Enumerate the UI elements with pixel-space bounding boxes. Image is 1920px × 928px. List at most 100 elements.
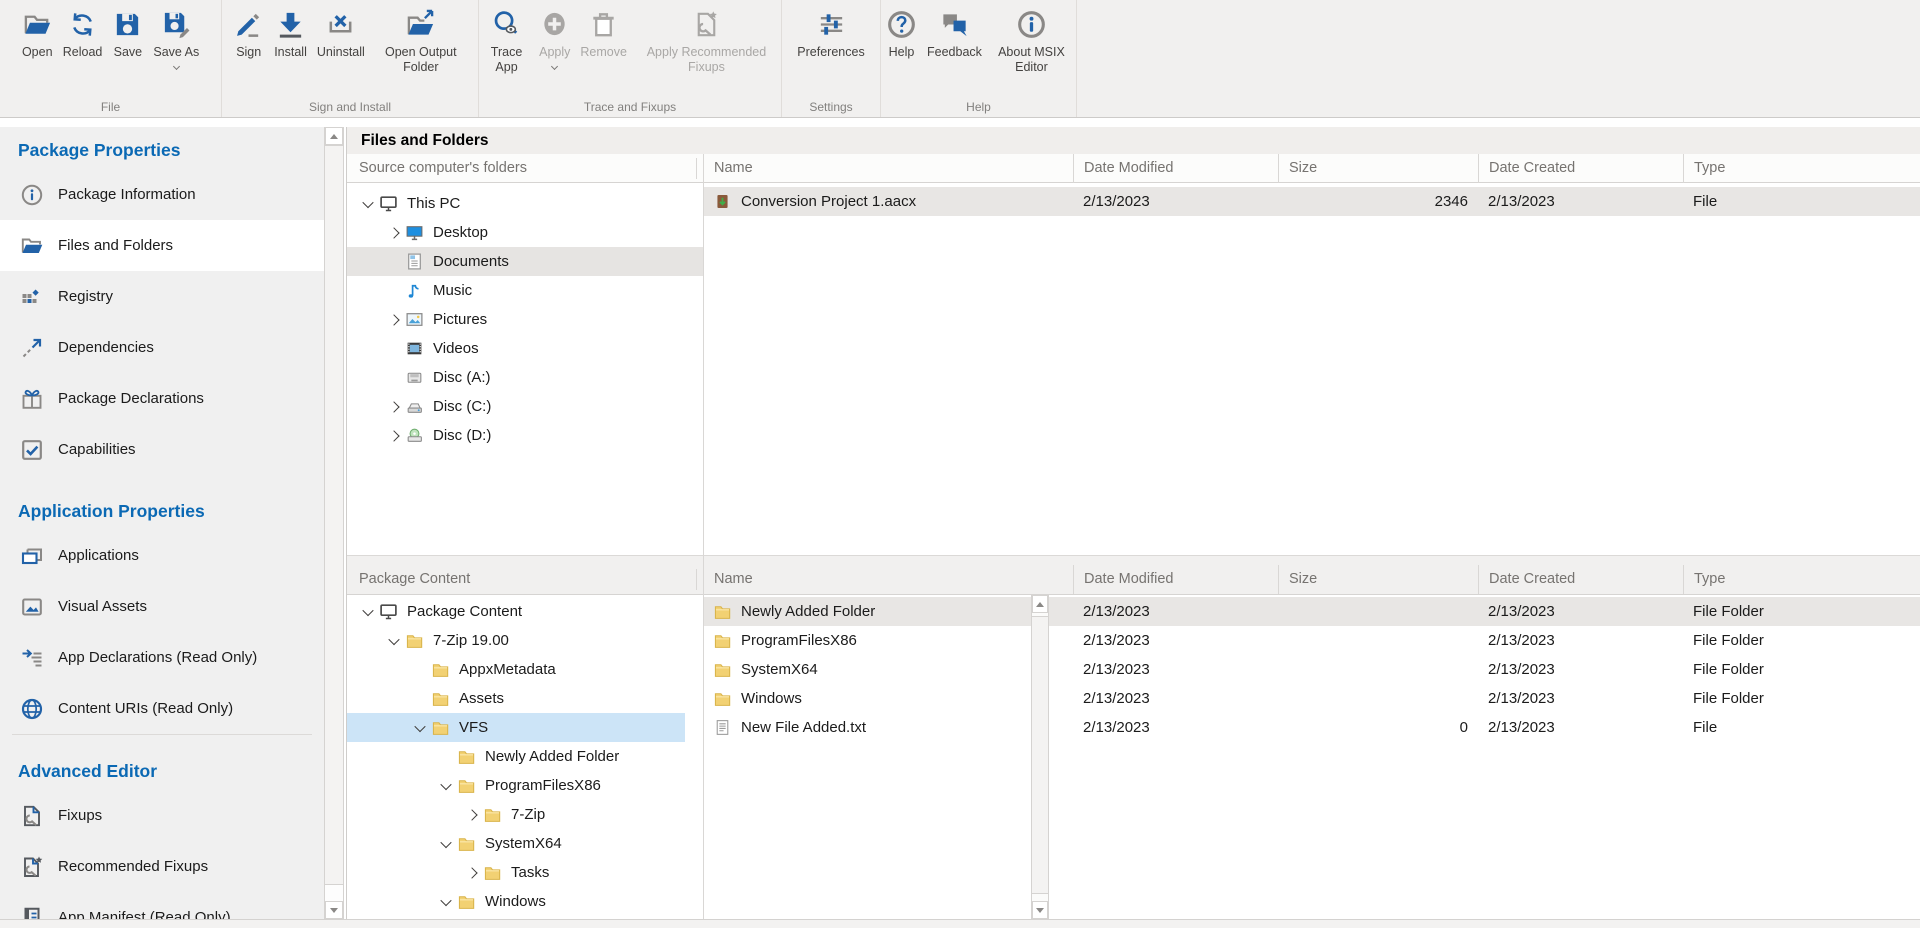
file-row-windows[interactable]: Windows2/13/20232/13/2023File Folder bbox=[703, 684, 1920, 713]
chevron-down-icon[interactable] bbox=[409, 713, 431, 742]
tree-item-windows[interactable]: Windows bbox=[347, 887, 685, 916]
column-header-name[interactable]: Name bbox=[703, 154, 1073, 183]
file-name: ProgramFilesX86 bbox=[741, 632, 857, 649]
sidebar-item-visual-assets[interactable]: Visual Assets bbox=[0, 581, 324, 632]
tree-item-label: 7-Zip 19.00 bbox=[433, 632, 509, 649]
column-header-size[interactable]: Size bbox=[1278, 565, 1478, 594]
sidebar-item-label: Visual Assets bbox=[58, 598, 147, 615]
button-label: Save As bbox=[153, 45, 199, 60]
apply-recommended-fixups-button[interactable]: Apply Recommended Fixups bbox=[632, 7, 781, 77]
tree-item-music[interactable]: Music bbox=[347, 276, 703, 305]
scroll-up-icon[interactable] bbox=[1032, 596, 1048, 613]
tree-item-appxmetadata[interactable]: AppxMetadata bbox=[347, 655, 685, 684]
save-as-button[interactable]: Save As bbox=[148, 7, 204, 71]
feedback-button[interactable]: Feedback bbox=[922, 7, 987, 62]
sidebar-item-registry[interactable]: Registry bbox=[0, 271, 324, 322]
open-output-folder-button[interactable]: Open Output Folder bbox=[370, 7, 472, 77]
chevron-right-icon[interactable] bbox=[461, 858, 483, 887]
scroll-down-icon[interactable] bbox=[1032, 901, 1048, 918]
column-header-date-created[interactable]: Date Created bbox=[1478, 154, 1683, 183]
sidebar-item-package-information[interactable]: Package Information bbox=[0, 169, 324, 220]
chevron-right-icon[interactable] bbox=[383, 218, 405, 247]
column-header-size[interactable]: Size bbox=[1278, 154, 1478, 183]
file-row-programfilesx86[interactable]: ProgramFilesX862/13/20232/13/2023File Fo… bbox=[703, 626, 1920, 655]
tree-item-vfs[interactable]: VFS bbox=[347, 713, 685, 742]
date-created: 2/13/2023 bbox=[1478, 690, 1683, 707]
bottom-pane-header: Package Content NameDate ModifiedSizeDat… bbox=[347, 555, 1920, 595]
ribbon-group-trace-and-fixups: Trace AppApplyRemoveApply Recommended Fi… bbox=[479, 0, 782, 117]
button-label: Save bbox=[114, 45, 143, 60]
tree-item-assets[interactable]: Assets bbox=[347, 684, 685, 713]
tree-item-newly-added-folder[interactable]: Newly Added Folder bbox=[347, 742, 685, 771]
sidebar-item-app-manifest-read-only[interactable]: App Manifest (Read Only) bbox=[0, 892, 324, 919]
uninstall-button[interactable]: Uninstall bbox=[312, 7, 370, 62]
scrollbar-thumb[interactable] bbox=[1032, 616, 1048, 894]
reload-button[interactable]: Reload bbox=[58, 7, 108, 62]
save-button[interactable]: Save bbox=[107, 7, 148, 62]
scrollbar-thumb[interactable] bbox=[325, 145, 343, 885]
sidebar-item-files-and-folders[interactable]: Files and Folders bbox=[0, 220, 324, 271]
sidebar-item-applications[interactable]: Applications bbox=[0, 530, 324, 581]
scroll-down-icon[interactable] bbox=[325, 901, 343, 918]
date-created: 2/13/2023 bbox=[1478, 193, 1683, 210]
chevron-down-icon[interactable] bbox=[435, 771, 457, 800]
chevron-down-icon[interactable] bbox=[435, 887, 457, 916]
sidebar-item-fixups[interactable]: Fixups bbox=[0, 790, 324, 841]
chevron-right-icon[interactable] bbox=[383, 421, 405, 450]
column-header-type[interactable]: Type bbox=[1683, 565, 1920, 594]
chevron-right-icon[interactable] bbox=[383, 392, 405, 421]
sidebar-scrollbar[interactable] bbox=[324, 127, 344, 919]
trace-app-button[interactable]: Trace App bbox=[479, 7, 534, 77]
remove-button[interactable]: Remove bbox=[575, 7, 632, 62]
tree-item-tasks[interactable]: Tasks bbox=[347, 858, 685, 887]
tree-item-disc-c[interactable]: Disc (C:) bbox=[347, 392, 703, 421]
chevron-down-icon[interactable] bbox=[435, 829, 457, 858]
tree-item-package-content[interactable]: Package Content bbox=[347, 597, 685, 626]
help-button[interactable]: Help bbox=[881, 7, 922, 62]
sidebar-item-content-uris-read-only[interactable]: Content URIs (Read Only) bbox=[0, 683, 324, 734]
tree-item-programfilesx86[interactable]: ProgramFilesX86 bbox=[347, 771, 685, 800]
tree-item-videos[interactable]: Videos bbox=[347, 334, 703, 363]
package-tree-scrollbar[interactable] bbox=[1031, 595, 1049, 919]
tree-item-7-zip-19-00[interactable]: 7-Zip 19.00 bbox=[347, 626, 685, 655]
file-row-systemx64[interactable]: SystemX642/13/20232/13/2023File Folder bbox=[703, 655, 1920, 684]
file-row-new-file-added-txt[interactable]: New File Added.txt2/13/202302/13/2023Fil… bbox=[703, 713, 1920, 742]
apply-button[interactable]: Apply bbox=[534, 7, 575, 71]
about-msix-editor-button[interactable]: About MSIX Editor bbox=[987, 7, 1076, 77]
install-button[interactable]: Install bbox=[269, 7, 312, 62]
button-label: Trace App bbox=[484, 45, 529, 75]
column-header-date-modified[interactable]: Date Modified bbox=[1073, 565, 1278, 594]
open-button[interactable]: Open bbox=[17, 7, 58, 62]
package-content-header[interactable]: Package Content bbox=[347, 565, 703, 594]
chevron-down-icon[interactable] bbox=[357, 597, 379, 626]
sidebar-item-dependencies[interactable]: Dependencies bbox=[0, 322, 324, 373]
column-header-date-created[interactable]: Date Created bbox=[1478, 565, 1683, 594]
chevron-down-icon[interactable] bbox=[357, 189, 379, 218]
tree-item-this-pc[interactable]: This PC bbox=[347, 189, 703, 218]
file-row-conversion-project-1-aacx[interactable]: Conversion Project 1.aacx2/13/202323462/… bbox=[703, 187, 1920, 216]
tree-item-desktop[interactable]: Desktop bbox=[347, 218, 703, 247]
sidebar-item-package-declarations[interactable]: Package Declarations bbox=[0, 373, 324, 424]
tree-item-documents[interactable]: Documents bbox=[347, 247, 703, 276]
file-row-newly-added-folder[interactable]: Newly Added Folder2/13/20232/13/2023File… bbox=[703, 597, 1920, 626]
chevron-right-icon[interactable] bbox=[383, 305, 405, 334]
column-header-date-modified[interactable]: Date Modified bbox=[1073, 154, 1278, 183]
tree-item-pictures[interactable]: Pictures bbox=[347, 305, 703, 334]
preferences-button[interactable]: Preferences bbox=[792, 7, 869, 62]
tree-item-systemx64[interactable]: SystemX64 bbox=[347, 829, 685, 858]
sidebar-item-recommended-fixups[interactable]: Recommended Fixups bbox=[0, 841, 324, 892]
tree-item-disc-a[interactable]: Disc (A:) bbox=[347, 363, 703, 392]
column-header-type[interactable]: Type bbox=[1683, 154, 1920, 183]
sign-button[interactable]: Sign bbox=[228, 7, 269, 62]
source-folders-header[interactable]: Source computer's folders bbox=[347, 154, 703, 183]
chevron-right-icon[interactable] bbox=[461, 800, 483, 829]
chevron-down-icon[interactable] bbox=[383, 626, 405, 655]
scroll-up-icon[interactable] bbox=[325, 128, 343, 145]
pane-splitter[interactable] bbox=[703, 154, 704, 919]
sidebar-item-capabilities[interactable]: Capabilities bbox=[0, 424, 324, 475]
column-header-name[interactable]: Name bbox=[703, 565, 1073, 594]
tree-item-disc-d[interactable]: Disc (D:) bbox=[347, 421, 703, 450]
sidebar-item-app-declarations-read-only[interactable]: App Declarations (Read Only) bbox=[0, 632, 324, 683]
tree-item-7-zip[interactable]: 7-Zip bbox=[347, 800, 685, 829]
sidebar-item-label: Dependencies bbox=[58, 339, 154, 356]
